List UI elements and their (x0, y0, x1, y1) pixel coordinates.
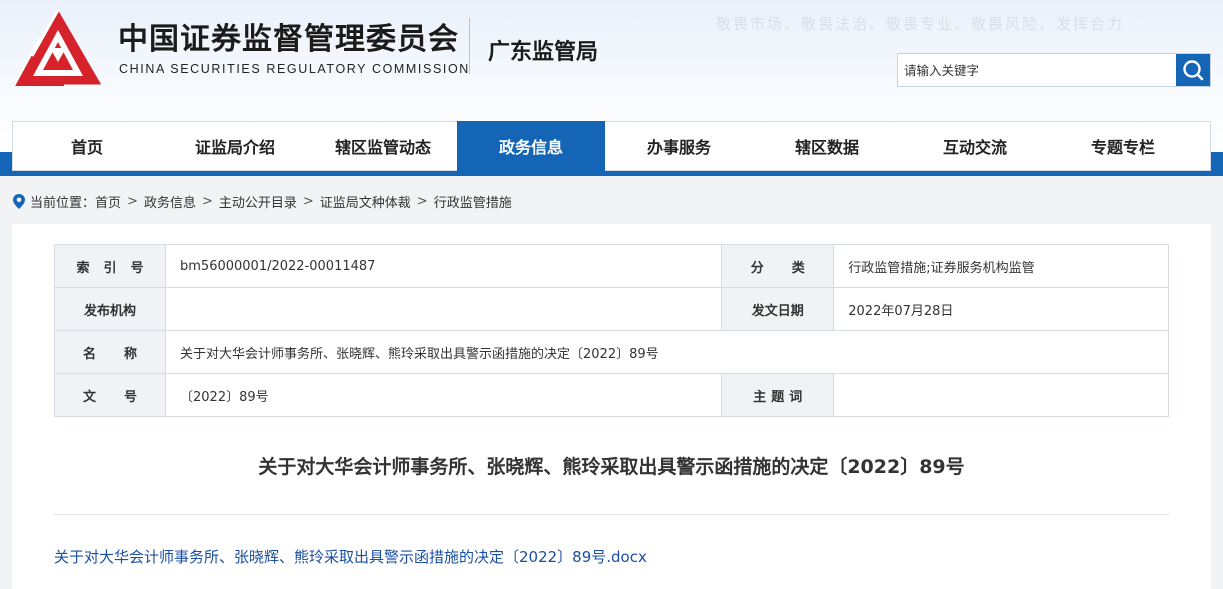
search-input[interactable] (898, 54, 1176, 86)
docno-value: 〔2022〕89号 (165, 373, 723, 417)
index-label: 索引号 (53, 244, 167, 288)
document-title: 关于对大华会计师事务所、张晓辉、熊玲采取出具警示函措施的决定〔2022〕89号 (258, 456, 965, 478)
bureau-name[interactable]: 广东监管局 (488, 34, 598, 66)
table-row: 发布机构 发文日期 2022年07月28日 (53, 287, 1169, 331)
nav-item-home[interactable]: 首页 (13, 122, 161, 170)
org-name-en: CHINA SECURITIES REGULATORY COMMISSION (119, 62, 470, 76)
breadcrumb-separator: > (201, 194, 213, 209)
title-divider (54, 514, 1169, 515)
name-value: 关于对大华会计师事务所、张晓辉、熊玲采取出具警示函措施的决定〔2022〕89号 (165, 330, 1169, 374)
nav-item-supervision-news[interactable]: 辖区监管动态 (309, 122, 457, 170)
document-info-table: 索引号 bm56000001/2022-00011487 分类 行政监管措施;证… (53, 244, 1169, 417)
nav-item-government-info[interactable]: 政务信息 (457, 121, 605, 171)
date-value: 2022年07月28日 (833, 287, 1169, 331)
name-label: 名称 (53, 330, 167, 374)
search-box (897, 53, 1211, 87)
nav-item-topics[interactable]: 专题专栏 (1049, 122, 1197, 170)
keywords-value (833, 373, 1169, 417)
docno-label: 文号 (53, 373, 167, 417)
date-label: 发文日期 (721, 287, 835, 331)
csrc-logo-icon[interactable] (12, 8, 104, 88)
issuer-value (165, 287, 723, 331)
breadcrumb-disclosure-catalog[interactable]: 主动公开目录 (219, 192, 297, 211)
header-divider (469, 18, 470, 74)
breadcrumb-separator: > (416, 194, 428, 209)
nav-item-about[interactable]: 证监局介绍 (161, 122, 309, 170)
table-row: 索引号 bm56000001/2022-00011487 分类 行政监管措施;证… (53, 244, 1169, 288)
category-value: 行政监管措施;证券服务机构监管 (833, 244, 1169, 288)
org-name-cn[interactable]: 中国证券监督管理委员会 (118, 14, 459, 58)
search-button[interactable] (1176, 54, 1210, 86)
category-label: 分类 (721, 244, 835, 288)
index-value: bm56000001/2022-00011487 (165, 244, 723, 288)
table-row: 名称 关于对大华会计师事务所、张晓辉、熊玲采取出具警示函措施的决定〔2022〕8… (53, 330, 1169, 374)
attachment-link[interactable]: 关于对大华会计师事务所、张晓辉、熊玲采取出具警示函措施的决定〔2022〕89号.… (54, 546, 647, 567)
breadcrumb-admin-measures[interactable]: 行政监管措施 (434, 192, 512, 211)
breadcrumb-prefix: 当前位置： (30, 196, 96, 211)
keywords-label: 主题词 (721, 373, 835, 417)
table-row: 文号 〔2022〕89号 主题词 (53, 373, 1169, 417)
breadcrumb-separator: > (302, 194, 314, 209)
breadcrumb-government-info[interactable]: 政务信息 (144, 192, 196, 211)
search-icon (1183, 60, 1204, 81)
nav-item-data[interactable]: 辖区数据 (753, 122, 901, 170)
nav-item-interaction[interactable]: 互动交流 (901, 122, 1049, 170)
nav-item-services[interactable]: 办事服务 (605, 122, 753, 170)
breadcrumb-separator: > (127, 194, 138, 209)
main-nav: 首页 证监局介绍 辖区监管动态 政务信息 办事服务 辖区数据 互动交流 专题专栏 (12, 121, 1211, 171)
breadcrumb: 当前位置： 首页 > 政务信息 > 主动公开目录 > 证监局文种体裁 > 行政监… (13, 192, 512, 211)
breadcrumb-home[interactable]: 首页 (95, 192, 121, 211)
breadcrumb-document-types[interactable]: 证监局文种体裁 (320, 192, 411, 211)
slogan: 敬畏市场、敬畏法治、敬畏专业、敬畏风险、发挥合力 (716, 15, 1125, 33)
location-pin-icon (13, 194, 25, 209)
issuer-label: 发布机构 (53, 287, 167, 331)
